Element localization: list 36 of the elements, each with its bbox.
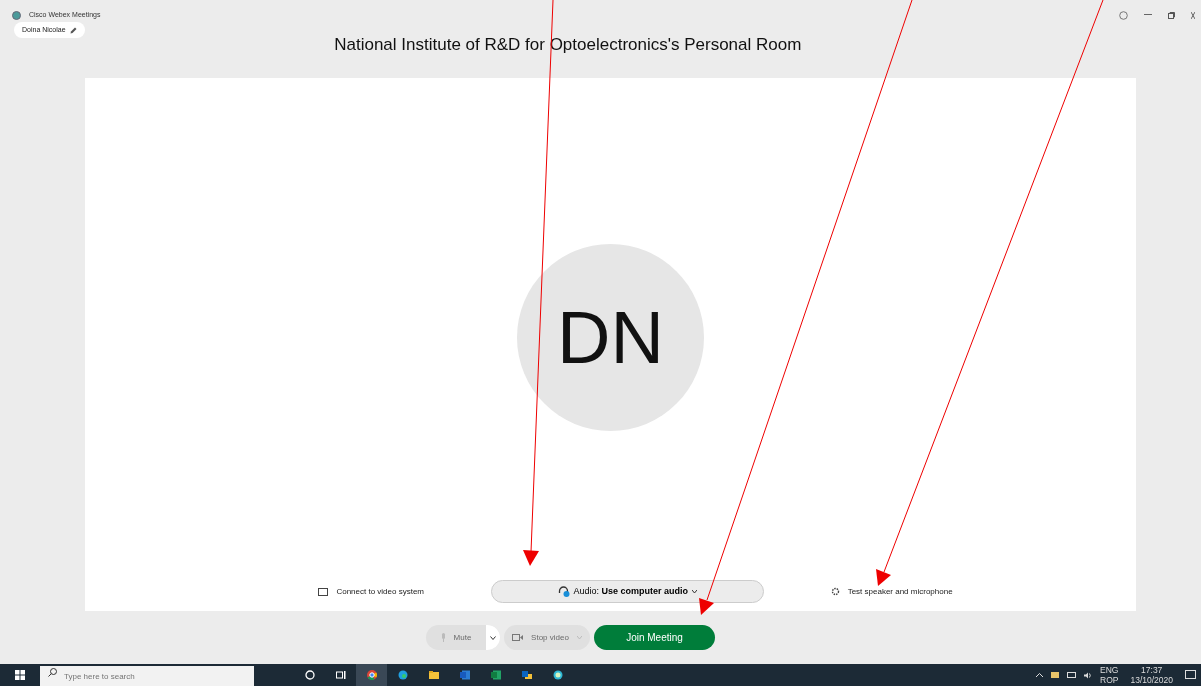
language-indicator[interactable]: ENG ROP: [1100, 665, 1119, 685]
browser-icon: [366, 670, 377, 680]
chevron-up-icon[interactable]: [1036, 673, 1044, 677]
minimize-icon[interactable]: [1144, 14, 1152, 16]
pencil-icon: [69, 26, 77, 34]
chevron-down-icon: [490, 635, 496, 640]
mail-app-icon: [521, 670, 532, 680]
close-icon[interactable]: [1191, 11, 1195, 19]
task-view-icon: [335, 670, 346, 680]
browser-icon: [397, 670, 408, 680]
cast-icon: [318, 587, 329, 596]
restore-icon[interactable]: [1168, 11, 1175, 19]
camera-icon: [512, 634, 524, 641]
speaker-icon[interactable]: [1084, 671, 1093, 679]
search-icon: [48, 668, 57, 678]
app-logo-icon: [12, 10, 21, 20]
spreadsheet-app-icon: [490, 670, 501, 680]
mail-icon[interactable]: [1051, 672, 1060, 678]
circle-icon: [304, 670, 315, 680]
folder-icon: [428, 670, 439, 680]
join-meeting-button[interactable]: Join Meeting: [594, 625, 715, 650]
windows-start-icon[interactable]: [15, 670, 25, 680]
chevron-down-icon: [692, 590, 698, 593]
network-icon[interactable]: [1067, 671, 1077, 679]
microphone-icon: [440, 633, 446, 642]
test-audio-link[interactable]: Test speaker and microphone: [830, 585, 953, 598]
connect-video-link[interactable]: Connect to video system: [318, 585, 424, 598]
document-app-icon: [459, 670, 470, 680]
meeting-app-icon: [552, 670, 563, 680]
avatar-circle: DN: [517, 244, 704, 431]
clock[interactable]: 17:37 13/10/2020: [1126, 665, 1177, 685]
notification-icon[interactable]: [1185, 670, 1197, 680]
headset-icon: [557, 586, 570, 597]
taskbar-search-field[interactable]: Type here to search: [40, 665, 254, 686]
audio-dropdown[interactable]: Audio: Use computer audio: [490, 580, 764, 603]
help-icon[interactable]: [1119, 10, 1128, 20]
